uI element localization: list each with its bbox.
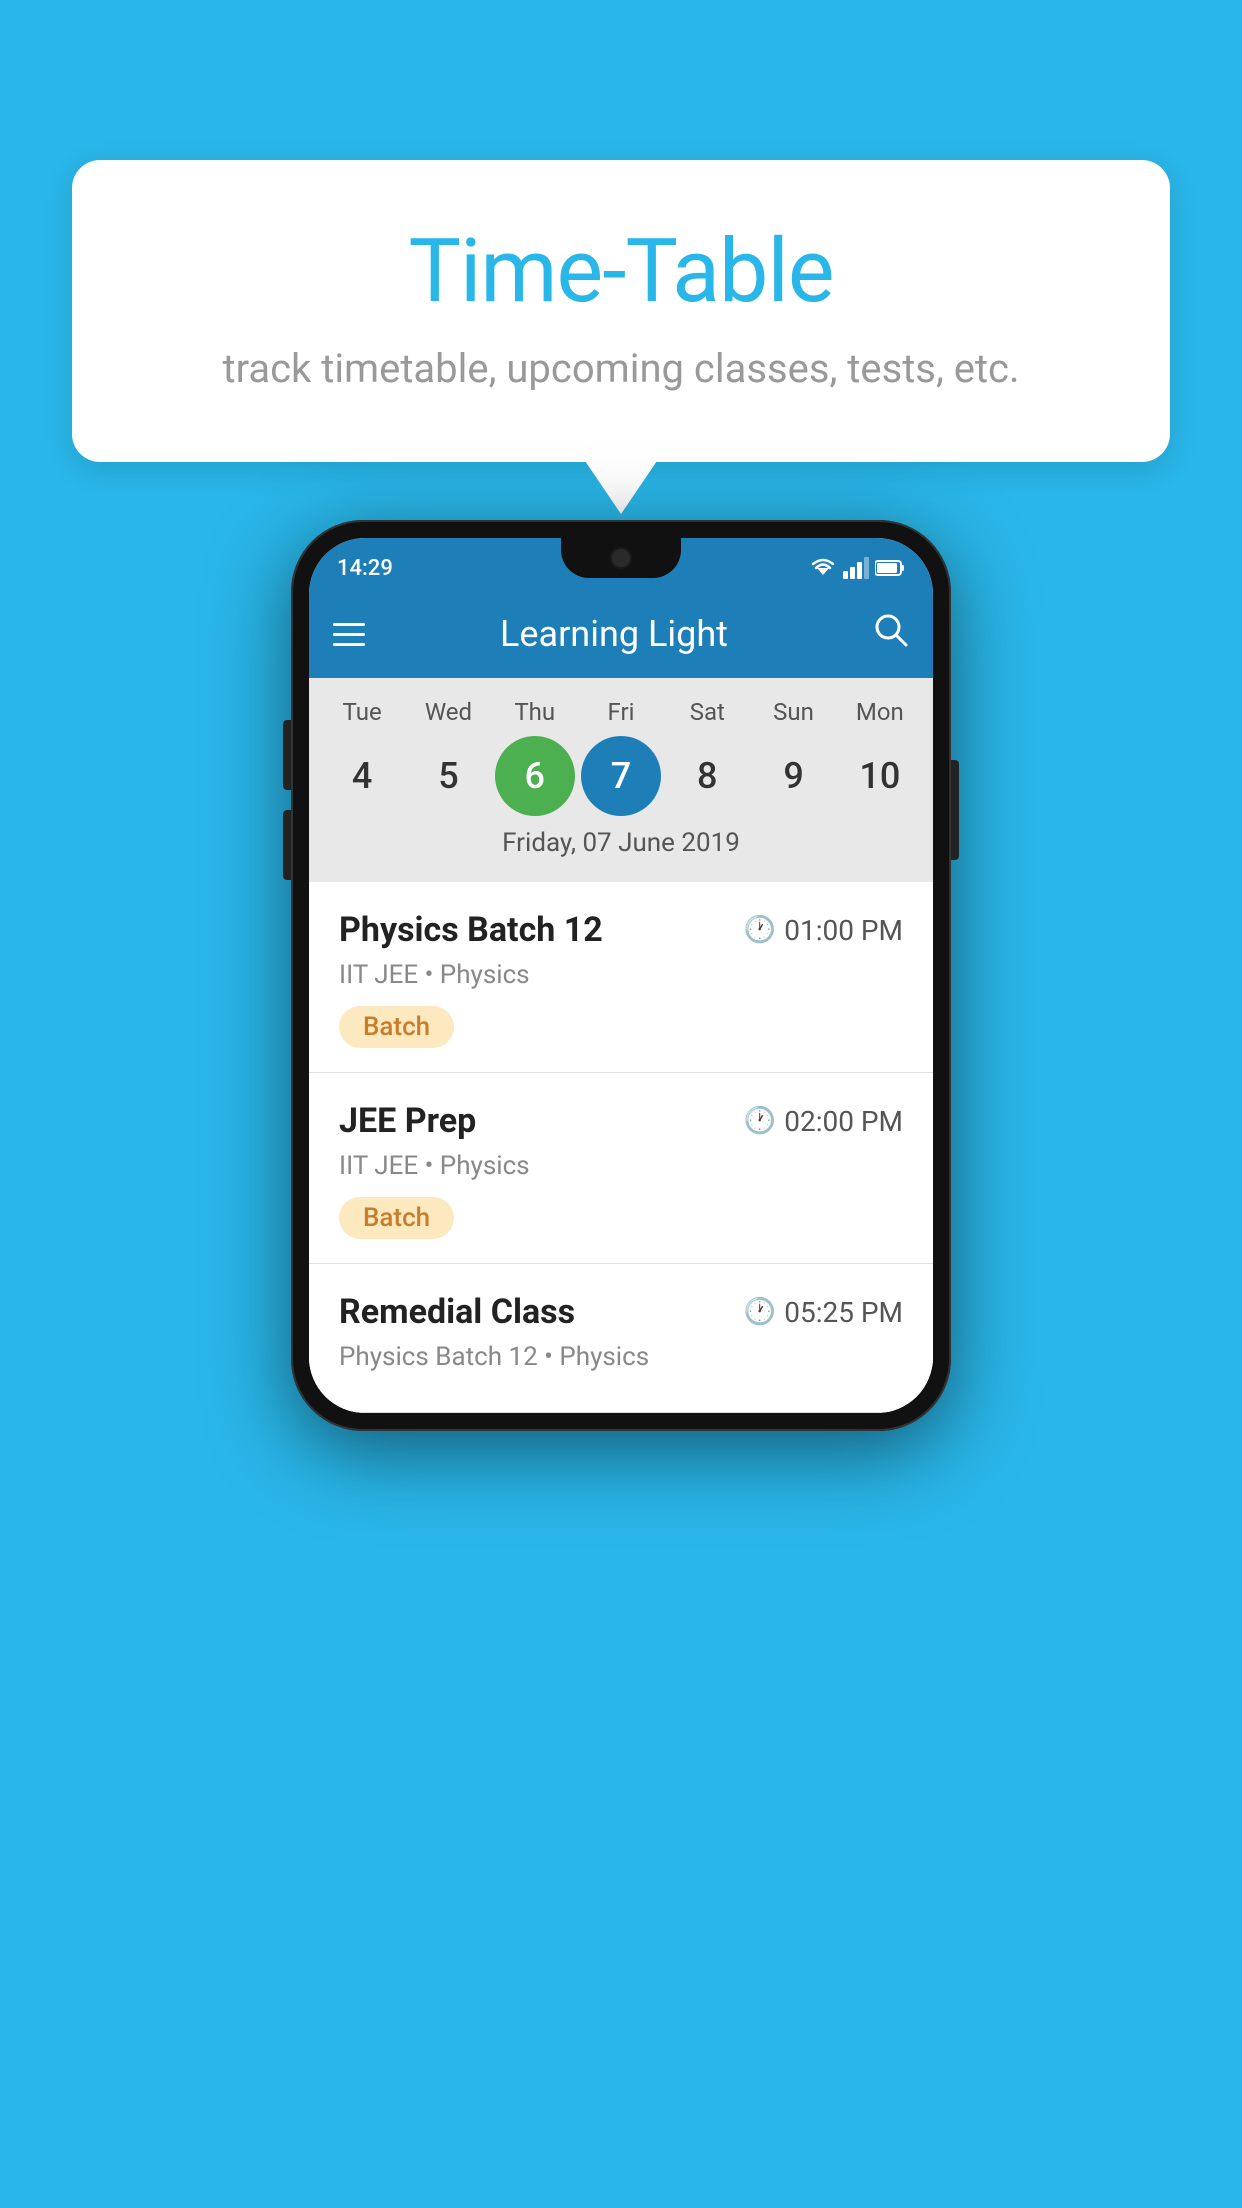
day-6-today[interactable]: 6 — [495, 736, 575, 816]
menu-button[interactable] — [333, 623, 365, 646]
clock-icon-1: 🕐 — [744, 915, 776, 945]
status-time: 14:29 — [337, 556, 393, 581]
signal-icon — [843, 557, 869, 579]
day-5[interactable]: 5 — [408, 736, 488, 816]
phone-screen: 14:29 — [309, 538, 933, 1413]
class-name-2: JEE Prep — [339, 1101, 476, 1141]
calendar-strip: Tue Wed Thu Fri Sat Sun Mon 4 5 6 7 8 9 … — [309, 678, 933, 882]
class-time-1: 🕐 01:00 PM — [744, 914, 903, 947]
day-label-mon: Mon — [840, 698, 920, 726]
clock-icon-3: 🕐 — [744, 1297, 776, 1327]
class-name-1: Physics Batch 12 — [339, 910, 603, 950]
search-button[interactable] — [873, 612, 909, 657]
bubble-title: Time-Table — [142, 220, 1100, 323]
volume-down-button — [283, 810, 291, 880]
day-labels: Tue Wed Thu Fri Sat Sun Mon — [309, 698, 933, 726]
day-label-tue: Tue — [322, 698, 402, 726]
class-list: Physics Batch 12 🕐 01:00 PM IIT JEE • Ph… — [309, 882, 933, 1413]
speech-bubble: Time-Table track timetable, upcoming cla… — [72, 160, 1170, 462]
day-label-sat: Sat — [667, 698, 747, 726]
class-item-3[interactable]: Remedial Class 🕐 05:25 PM Physics Batch … — [309, 1264, 933, 1413]
selected-date-label: Friday, 07 June 2019 — [309, 828, 933, 872]
class-time-2: 🕐 02:00 PM — [744, 1105, 903, 1138]
day-9[interactable]: 9 — [754, 736, 834, 816]
day-7-selected[interactable]: 7 — [581, 736, 661, 816]
day-label-thu: Thu — [495, 698, 575, 726]
bubble-subtitle: track timetable, upcoming classes, tests… — [142, 345, 1100, 392]
battery-icon — [875, 559, 905, 577]
phone-mockup: 14:29 — [291, 520, 951, 1431]
batch-badge-2: Batch — [339, 1197, 454, 1239]
volume-up-button — [283, 720, 291, 790]
class-time-3: 🕐 05:25 PM — [744, 1296, 903, 1329]
day-label-wed: Wed — [408, 698, 488, 726]
status-icons — [809, 557, 905, 579]
day-10[interactable]: 10 — [840, 736, 920, 816]
power-button — [951, 760, 959, 860]
day-numbers: 4 5 6 7 8 9 10 — [309, 736, 933, 816]
app-header: Learning Light — [309, 590, 933, 678]
phone-notch — [561, 538, 681, 578]
day-label-sun: Sun — [754, 698, 834, 726]
clock-icon-2: 🕐 — [744, 1106, 776, 1136]
batch-badge-1: Batch — [339, 1006, 454, 1048]
class-subject-1: IIT JEE • Physics — [339, 960, 903, 990]
day-8[interactable]: 8 — [667, 736, 747, 816]
class-item-1[interactable]: Physics Batch 12 🕐 01:00 PM IIT JEE • Ph… — [309, 882, 933, 1073]
class-subject-3: Physics Batch 12 • Physics — [339, 1342, 903, 1372]
app-title: Learning Light — [385, 613, 843, 655]
class-item-2[interactable]: JEE Prep 🕐 02:00 PM IIT JEE • Physics Ba… — [309, 1073, 933, 1264]
front-camera — [610, 547, 632, 569]
day-label-fri: Fri — [581, 698, 661, 726]
class-subject-2: IIT JEE • Physics — [339, 1151, 903, 1181]
class-name-3: Remedial Class — [339, 1292, 575, 1332]
day-4[interactable]: 4 — [322, 736, 402, 816]
wifi-icon — [809, 557, 837, 579]
